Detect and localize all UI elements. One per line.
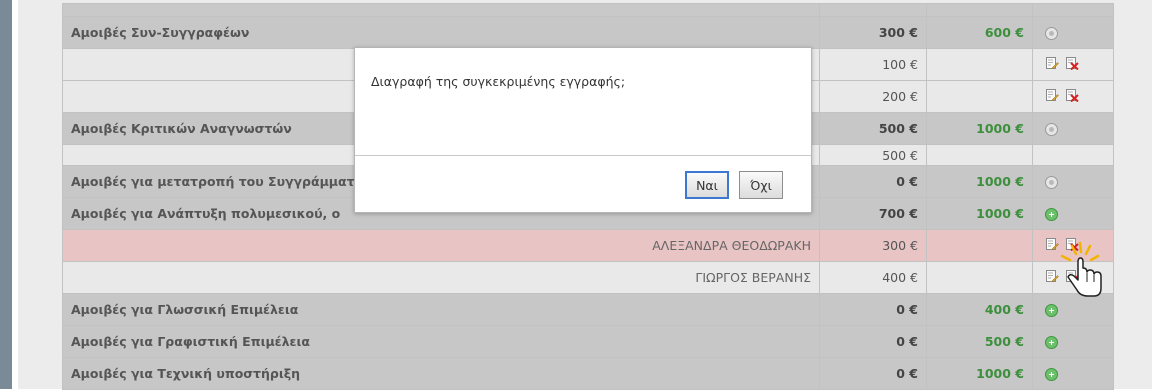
actions-cell: [1032, 48, 1114, 81]
actions-cell: [1032, 16, 1114, 49]
total-cell: [926, 144, 1033, 166]
add-circle-icon[interactable]: [1045, 368, 1058, 381]
entry-row: ΑΛΕΞΑΝΔΡΑ ΘΕΟΔΩΡΑΚΗ 300 €: [62, 229, 1114, 262]
amount-cell: 100 €: [819, 48, 927, 81]
amount-cell: 0 €: [819, 165, 927, 198]
total-cell: [926, 229, 1033, 262]
table-top-row: [62, 3, 1114, 17]
add-circle-icon[interactable]: [1045, 208, 1058, 221]
actions-cell: [1032, 357, 1114, 390]
actions-cell: [1032, 165, 1114, 198]
actions-cell: [1032, 80, 1114, 113]
entry-name: ΓΙΩΡΓΟΣ ΒΕΡΑΝΗΣ: [62, 261, 820, 294]
no-button[interactable]: Όχι: [739, 171, 783, 199]
actions-cell: [1032, 197, 1114, 230]
total-cell: 400 €: [926, 293, 1033, 326]
entry-name: ΑΛΕΞΑΝΔΡΑ ΘΕΟΔΩΡΑΚΗ: [62, 229, 820, 262]
actions-cell: [1032, 325, 1114, 358]
circle-disabled-icon: [1045, 176, 1058, 189]
total-cell: 500 €: [926, 325, 1033, 358]
total-cell: [926, 261, 1033, 294]
total-cell: 600 €: [926, 16, 1033, 49]
total-cell: [926, 80, 1033, 113]
category-row: Αμοιβές για Γραφιστική Επιμέλεια 0 €500 €: [62, 325, 1114, 358]
yes-button[interactable]: Ναι: [685, 171, 729, 199]
amount-cell: 0 €: [819, 357, 927, 390]
delete-icon[interactable]: [1065, 56, 1079, 73]
total-cell: 1000 €: [926, 357, 1033, 390]
delete-icon[interactable]: [1065, 88, 1079, 105]
category-row: Αμοιβές για Γλωσσική Επιμέλεια 0 €400 €: [62, 293, 1114, 326]
confirm-delete-dialog: Διαγραφή της συγκεκριμένης εγγραφής; Ναι…: [354, 47, 812, 213]
amount-cell: 300 €: [819, 16, 927, 49]
amount-cell: 200 €: [819, 80, 927, 113]
circle-disabled-icon: [1045, 123, 1058, 136]
circle-disabled-icon: [1045, 27, 1058, 40]
dialog-message: Διαγραφή της συγκεκριμένης εγγραφής;: [371, 74, 626, 89]
amount-cell: 0 €: [819, 293, 927, 326]
category-name: Αμοιβές Συν-Συγγραφέων: [62, 16, 820, 49]
amount-cell: 0 €: [819, 325, 927, 358]
category-name: Αμοιβές για Γραφιστική Επιμέλεια: [62, 325, 820, 358]
left-accent-bar: [0, 0, 12, 389]
dialog-divider: [355, 155, 811, 156]
total-cell: [926, 48, 1033, 81]
total-cell: 1000 €: [926, 112, 1033, 145]
entry-row: ΓΙΩΡΓΟΣ ΒΕΡΑΝΗΣ 400 €: [62, 261, 1114, 294]
hand-cursor-icon: [1050, 240, 1112, 306]
amount-cell: 500 €: [819, 144, 927, 166]
amount-cell: 500 €: [819, 112, 927, 145]
total-cell: 1000 €: [926, 165, 1033, 198]
actions-cell: [1032, 112, 1114, 145]
amount-cell: 300 €: [819, 229, 927, 262]
amount-cell: 400 €: [819, 261, 927, 294]
total-cell: 1000 €: [926, 197, 1033, 230]
edit-icon[interactable]: [1045, 56, 1059, 73]
amount-cell: 700 €: [819, 197, 927, 230]
edit-icon[interactable]: [1045, 88, 1059, 105]
category-row: Αμοιβές για Τεχνική υποστήριξη 0 €1000 €: [62, 357, 1114, 390]
category-name: Αμοιβές για Τεχνική υποστήριξη: [62, 357, 820, 390]
category-row: Αμοιβές Συν-Συγγραφέων 300 €600 €: [62, 16, 1114, 49]
category-name: Αμοιβές για Γλωσσική Επιμέλεια: [62, 293, 820, 326]
add-circle-icon[interactable]: [1045, 336, 1058, 349]
actions-cell: [1032, 144, 1114, 166]
